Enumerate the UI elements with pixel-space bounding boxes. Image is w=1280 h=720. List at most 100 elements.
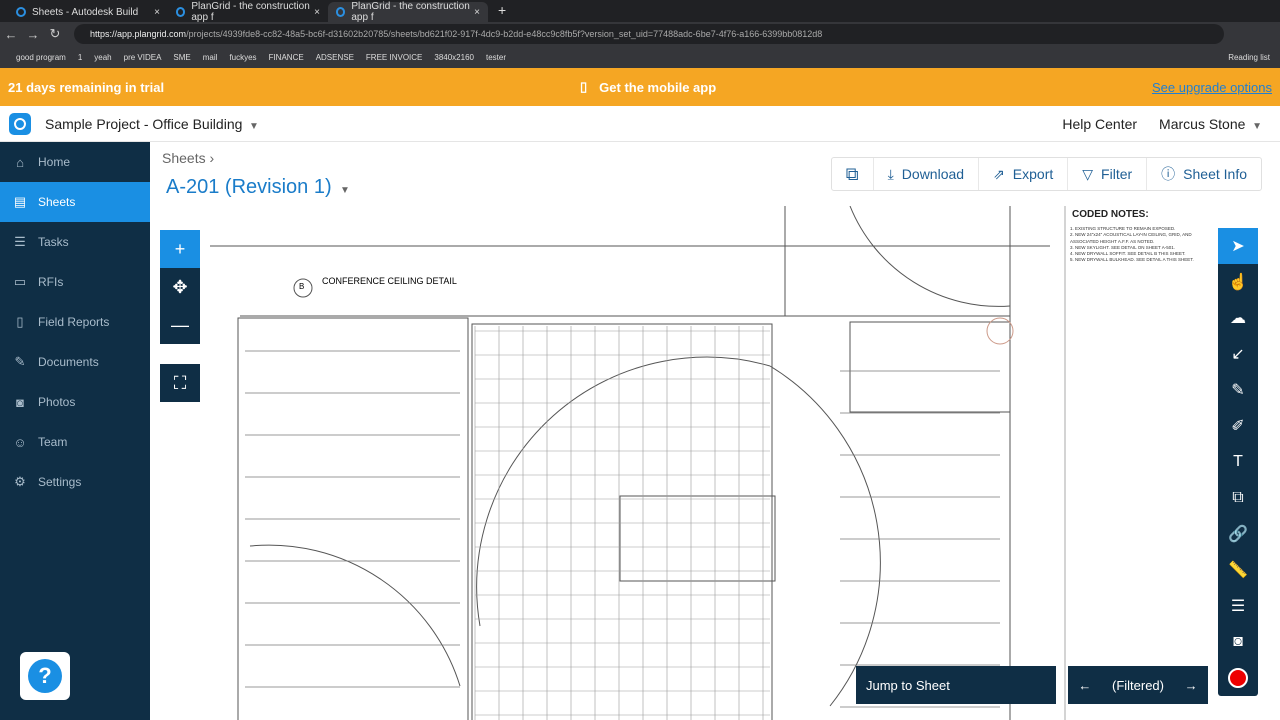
prev-sheet-icon[interactable]: ← bbox=[1078, 678, 1091, 693]
bookmark[interactable]: FREE INVOICE bbox=[366, 53, 422, 62]
sidebar-item-settings[interactable]: ⚙ Settings bbox=[0, 462, 150, 502]
bookmark[interactable]: SME bbox=[173, 53, 190, 62]
cloud-tool-icon[interactable]: ☁ bbox=[1218, 300, 1258, 336]
url-input[interactable]: https://app.plangrid.com/projects/4939fd… bbox=[74, 24, 1224, 44]
sidebar-item-tasks[interactable]: ☰ Tasks bbox=[0, 222, 150, 262]
close-icon[interactable]: × bbox=[154, 7, 160, 18]
phone-icon: ▯ bbox=[580, 79, 588, 94]
trial-banner: 21 days remaining in trial ▯ Get the mobi… bbox=[0, 68, 1280, 106]
task-tool-icon[interactable]: ☰ bbox=[1218, 588, 1258, 624]
bookmark[interactable]: good program bbox=[16, 53, 66, 62]
filter-icon: ▽ bbox=[1082, 165, 1094, 182]
browser-tab[interactable]: Sheets - Autodesk Build × bbox=[8, 2, 168, 22]
home-icon: ⌂ bbox=[16, 154, 24, 170]
new-tab-button[interactable]: + bbox=[488, 2, 516, 22]
pan-tool-icon[interactable]: ☝ bbox=[1218, 264, 1258, 300]
bookmark[interactable]: yeah bbox=[94, 53, 111, 62]
sheet-title-selector[interactable]: A-201 (Revision 1) ▼ bbox=[166, 176, 350, 199]
link-tool-icon[interactable]: 🔗 bbox=[1218, 516, 1258, 552]
markup-toolbar: ➤ ☝ ☁ ↙ ✎ ✐ T ⧉ 🔗 📏 ☰ ◙ bbox=[1218, 228, 1258, 696]
browser-tab-active[interactable]: PlanGrid - the construction app f × bbox=[328, 1, 488, 23]
coded-notes: CODED NOTES: 1. EXISTING STRUCTURE TO RE… bbox=[1070, 208, 1194, 263]
camera-tool-icon[interactable]: ◙ bbox=[1218, 624, 1258, 660]
address-bar: ← → ↻ https://app.plangrid.com/projects/49… bbox=[0, 22, 1280, 46]
filter-button[interactable]: ▽ Filter bbox=[1067, 158, 1146, 190]
select-tool-icon[interactable]: ➤ bbox=[1218, 228, 1258, 264]
tasks-icon: ☰ bbox=[14, 234, 26, 249]
project-selector[interactable]: Sample Project - Office Building ▼ bbox=[45, 116, 259, 132]
upgrade-link[interactable]: See upgrade options bbox=[1152, 80, 1272, 95]
detail-title: CONFERENCE CEILING DETAIL bbox=[322, 276, 457, 286]
sidebar-item-rfis[interactable]: ▭ RFIs bbox=[0, 262, 150, 302]
favicon-icon bbox=[336, 7, 346, 17]
fit-icon[interactable]: ✥ bbox=[160, 268, 200, 306]
text-tool-icon[interactable]: T bbox=[1218, 444, 1258, 480]
bookmark[interactable]: ADSENSE bbox=[316, 53, 354, 62]
back-icon[interactable]: ← bbox=[0, 27, 22, 42]
camera-icon: ◙ bbox=[16, 394, 24, 410]
next-sheet-icon[interactable]: → bbox=[1185, 678, 1198, 693]
export-button[interactable]: ⇗ Export bbox=[978, 158, 1067, 190]
sidebar-item-home[interactable]: ⌂ Home bbox=[0, 142, 150, 182]
download-icon: ⤓ bbox=[887, 165, 894, 182]
team-icon: ☺ bbox=[13, 434, 27, 450]
user-menu[interactable]: Marcus Stone ▼ bbox=[1159, 116, 1262, 132]
caret-down-icon: ▼ bbox=[1249, 120, 1262, 132]
sidebar-item-team[interactable]: ☺ Team bbox=[0, 422, 150, 462]
browser-tab[interactable]: PlanGrid - the construction app f × bbox=[168, 1, 328, 23]
app-header: Sample Project - Office Building ▼ Help … bbox=[0, 106, 1280, 142]
bookmark[interactable]: 3840x2160 bbox=[434, 53, 474, 62]
mobile-app-link[interactable]: ▯ Get the mobile app bbox=[580, 79, 716, 95]
close-icon[interactable]: × bbox=[314, 7, 320, 18]
bookmarks-bar: good program 1 yeah pre VIDEA SME mail fuckyes… bbox=[0, 46, 1280, 68]
sheet-info-button[interactable]: ⓘ Sheet Info bbox=[1146, 158, 1261, 190]
info-icon: ⓘ bbox=[1161, 166, 1176, 182]
highlighter-tool-icon[interactable]: ✐ bbox=[1218, 408, 1258, 444]
help-center-link[interactable]: Help Center bbox=[1062, 116, 1137, 132]
zoom-out-button[interactable]: — bbox=[160, 306, 200, 344]
zoom-controls: + ✥ — ⛶ bbox=[160, 230, 200, 402]
rfi-icon: ▭ bbox=[13, 274, 27, 289]
sheet-viewer[interactable]: B CONFERENCE CEILING DETAIL CODED NOTES:… bbox=[150, 206, 1280, 720]
bookmark[interactable]: fuckyes bbox=[229, 53, 256, 62]
breadcrumb[interactable]: Sheets › bbox=[162, 150, 214, 166]
export-icon: ⇗ bbox=[993, 165, 1005, 182]
sidebar-item-field-reports[interactable]: ▯ Field Reports bbox=[0, 302, 150, 342]
arrow-tool-icon[interactable]: ↙ bbox=[1218, 336, 1258, 372]
sidebar-item-photos[interactable]: ◙ Photos bbox=[0, 382, 150, 422]
forward-icon[interactable]: → bbox=[22, 27, 44, 42]
sheet-toolbar: ⧉ ⤓ Download ⇗ Export ▽ Filter ⓘ Sheet Info bbox=[830, 157, 1262, 191]
coded-notes-title: CODED NOTES: bbox=[1070, 208, 1151, 222]
caret-down-icon: ▼ bbox=[246, 120, 259, 132]
compare-icon: ⧉ bbox=[845, 163, 859, 184]
plangrid-logo-icon[interactable] bbox=[9, 112, 31, 135]
record-icon[interactable] bbox=[1218, 660, 1258, 696]
pen-tool-icon[interactable]: ✎ bbox=[1218, 372, 1258, 408]
clipboard-icon: ▯ bbox=[16, 314, 24, 329]
bookmark[interactable]: pre VIDEA bbox=[124, 53, 162, 62]
bookmark[interactable]: tester bbox=[486, 53, 506, 62]
measure-tool-icon[interactable]: 📏 bbox=[1218, 552, 1258, 588]
help-button[interactable]: ? bbox=[20, 652, 70, 700]
question-icon: ? bbox=[28, 659, 62, 693]
sidebar-item-sheets[interactable]: ▤ Sheets bbox=[0, 182, 150, 222]
download-button[interactable]: ⤓ Download bbox=[872, 158, 978, 190]
compare-button[interactable]: ⧉ bbox=[832, 158, 873, 190]
bookmark[interactable]: 1 bbox=[78, 53, 82, 62]
sheet-pager: ← (Filtered) → bbox=[1068, 666, 1208, 704]
zoom-in-button[interactable]: + bbox=[160, 230, 200, 268]
sidebar-item-documents[interactable]: ✎ Documents bbox=[0, 342, 150, 382]
detail-tag: B bbox=[299, 282, 305, 291]
caret-down-icon: ▼ bbox=[337, 185, 350, 196]
bookmark[interactable]: FINANCE bbox=[269, 53, 304, 62]
gear-icon: ⚙ bbox=[14, 474, 26, 489]
reload-icon[interactable]: ↻ bbox=[44, 26, 66, 42]
sidebar: ⌂ Home ▤ Sheets ☰ Tasks ▭ RFIs ▯ Field Report… bbox=[0, 142, 150, 720]
bookmark[interactable]: mail bbox=[203, 53, 218, 62]
fullscreen-button[interactable]: ⛶ bbox=[160, 364, 200, 402]
browser-tabs: Sheets - Autodesk Build × PlanGrid - the … bbox=[0, 0, 1280, 23]
stamp-tool-icon[interactable]: ⧉ bbox=[1218, 480, 1258, 516]
reading-list[interactable]: Reading list bbox=[1228, 53, 1270, 62]
close-icon[interactable]: × bbox=[474, 7, 480, 18]
jump-to-sheet-button[interactable]: Jump to Sheet bbox=[856, 666, 1056, 704]
